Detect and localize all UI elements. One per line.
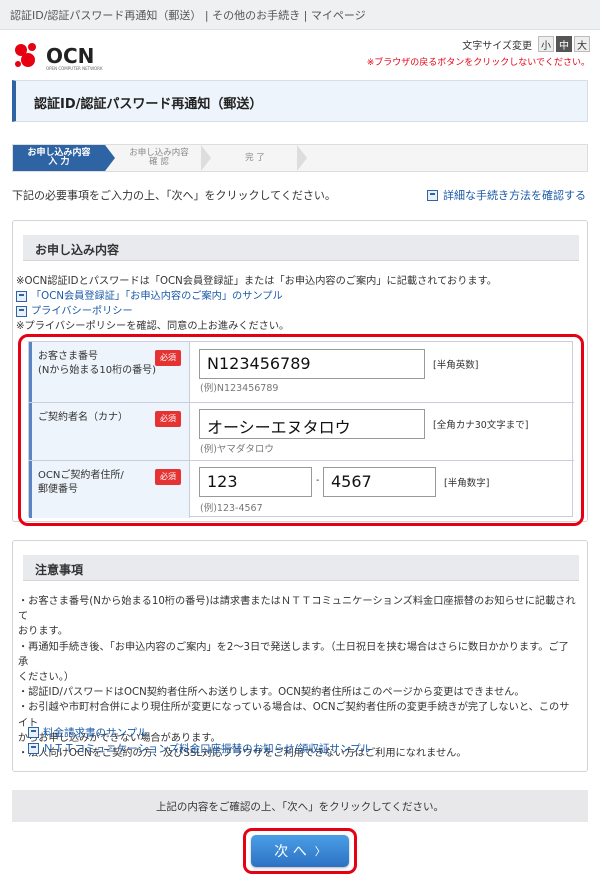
step-confirm-line2: 確 認 [149, 157, 169, 167]
invoice-sample-link-label: 料金請求書のサンプル [43, 727, 148, 739]
debit-notice-sample-link[interactable]: ＮＴＴコミュニケーションズ料金口座振替のお知らせ/領収証サンプル [28, 741, 371, 756]
caution-line: ・認証ID/パスワードはOCN契約者住所へお送りします。OCN契約者住所はこのペ… [18, 687, 525, 699]
bottom-instruction: 上記の内容をご確認の上、「次へ」をクリックしてください。 [12, 790, 588, 822]
logo-subtext: OPEN COMPUTER NETWORK [46, 66, 103, 71]
note-line: ※プライバシーポリシーを確認、同意の上お進みください。 [16, 321, 290, 332]
detail-link[interactable]: 詳細な手続き方法を確認する [427, 187, 586, 203]
window-icon [427, 189, 438, 201]
window-icon [16, 306, 27, 317]
font-size-switcher: 文字サイズ変更 小 中 大 [462, 36, 590, 52]
font-size-large-button[interactable]: 大 [574, 36, 590, 52]
window-icon [28, 727, 39, 738]
caution-line: おります。 [18, 626, 68, 638]
step-confirm: お申し込み内容確 認 [117, 145, 201, 171]
invoice-sample-link[interactable]: 料金請求書のサンプル [28, 725, 148, 740]
window-icon [16, 291, 27, 302]
step-complete-line1: 完 了 [245, 152, 265, 163]
step-arrow [297, 145, 307, 171]
window-icon [28, 743, 39, 754]
caution-line: ・お客さま番号(Nから始まる10桁の番号)は請求書またはＮＴＴコミュニケーション… [18, 596, 576, 623]
browser-warning: ※ブラウザの戻るボタンをクリックしないでください。 [366, 58, 590, 68]
step-arrow [201, 145, 211, 171]
caution-line: ください。） [18, 672, 75, 684]
font-size-label: 文字サイズ変更 [462, 40, 532, 52]
privacy-policy-link-label[interactable]: プライバシーポリシー [31, 304, 133, 319]
caution-line: ・再通知手続き後、「お申込内容のご案内」を2～3日で発送します。（土日祝日を挟む… [18, 641, 569, 668]
next-button-label: 次 へ [274, 844, 307, 860]
debit-notice-sample-link-label: ＮＴＴコミュニケーションズ料金口座振替のお知らせ/領収証サンプル [43, 743, 372, 755]
ocn-logo-mark-icon [15, 43, 36, 67]
application-section-title: お申し込み内容 [23, 235, 579, 261]
next-button[interactable]: 次 へ 〉 [251, 835, 349, 867]
page-title: 認証ID/認証パスワード再通知（郵送） [12, 80, 588, 122]
instruction-text: 下記の必要事項をご入力の上、「次へ」をクリックしてください。 [12, 189, 336, 202]
font-size-medium-button[interactable]: 中 [556, 36, 572, 52]
sample-link-label[interactable]: 「OCN会員登録証」「お申込内容のご案内」のサンプル [31, 289, 283, 304]
font-size-small-button[interactable]: 小 [538, 36, 554, 52]
step-input: お申し込み内容入 力 [13, 145, 105, 171]
detail-link-label: 詳細な手続き方法を確認する [443, 189, 586, 202]
highlight-frame [18, 334, 584, 526]
application-notes: ※OCN認証IDとパスワードは「OCN会員登録証」または「お申込内容のご案内」に… [16, 274, 497, 334]
note-line: ※OCN認証IDとパスワードは「OCN会員登録証」または「お申込内容のご案内」に… [16, 276, 497, 287]
sample-link[interactable]: 「OCN会員登録証」「お申込内容のご案内」のサンプル [16, 289, 497, 304]
step-input-line2: 入 力 [48, 157, 70, 167]
breadcrumb: 認証ID/認証パスワード再通知（郵送） | その他のお手続き | マイページ [0, 0, 600, 30]
caution-section-title: 注意事項 [23, 555, 579, 581]
step-indicator: お申し込み内容入 力 お申し込み内容確 認 完 了 [12, 144, 588, 172]
privacy-policy-link[interactable]: プライバシーポリシー [16, 304, 497, 319]
step-complete: 完 了 [213, 145, 297, 171]
ocn-logo[interactable]: OCN OPEN COMPUTER NETWORK [12, 40, 103, 72]
chevron-right-icon: 〉 [314, 845, 326, 858]
step-arrow [105, 145, 115, 171]
logo-text: OCN [46, 44, 95, 68]
